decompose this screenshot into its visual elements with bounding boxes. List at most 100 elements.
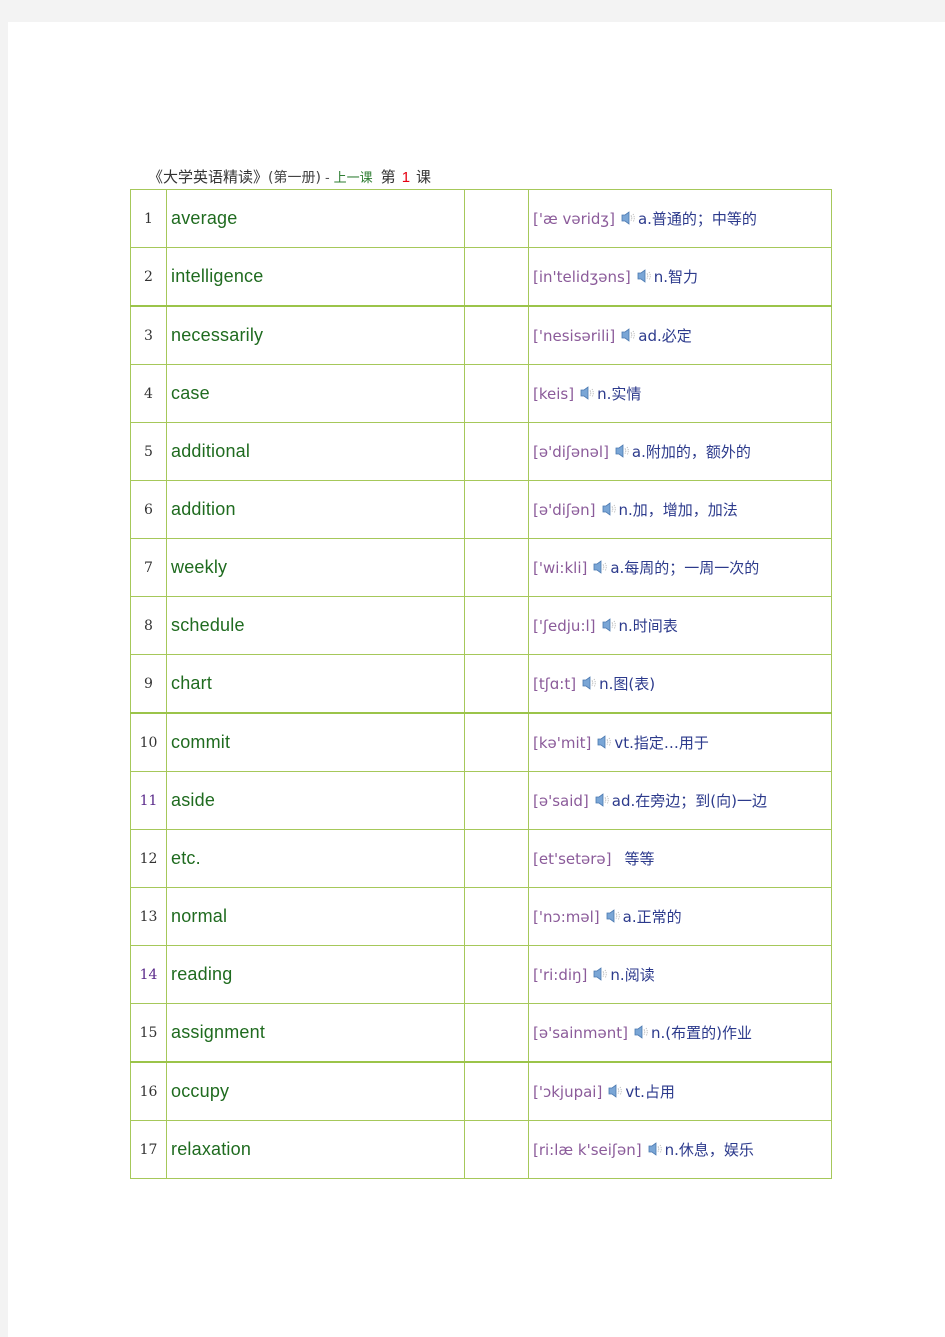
blank-cell bbox=[464, 887, 529, 946]
row-number: 6 bbox=[130, 480, 167, 539]
meaning: ad.必定 bbox=[638, 327, 692, 345]
vocab-word: relaxation bbox=[166, 1120, 465, 1179]
definition-cell: [keis] n.实情 bbox=[528, 364, 832, 423]
phonetic: [tʃɑ:t] bbox=[533, 675, 577, 693]
vocab-word: additional bbox=[166, 422, 465, 481]
speaker-icon[interactable] bbox=[615, 443, 631, 459]
definition-cell: [ə'sainmənt] n.(布置的)作业 bbox=[528, 1003, 832, 1063]
speaker-icon[interactable] bbox=[634, 1024, 650, 1040]
definition-cell: ['ʃedju:l] n.时间表 bbox=[528, 596, 832, 655]
definition-cell: ['nesisərili] ad.必定 bbox=[528, 305, 832, 365]
lesson-heading: 《大学英语精读》(第一册) - 上一课第 1 课 bbox=[148, 166, 431, 190]
vocab-word: occupy bbox=[166, 1061, 465, 1121]
definition-cell: [ri:læ k'seiʃən] n.休息，娱乐 bbox=[528, 1120, 832, 1179]
speaker-icon[interactable] bbox=[602, 617, 618, 633]
lesson-number: 1 bbox=[401, 169, 411, 186]
row-number: 15 bbox=[130, 1003, 167, 1063]
vocab-row: 13 normal ['nɔ:məl] a.正常的 bbox=[130, 887, 832, 946]
speaker-icon[interactable] bbox=[582, 675, 598, 691]
row-number: 8 bbox=[130, 596, 167, 655]
vocab-row: 2 intelligence [in'telidʒəns] n.智力 bbox=[130, 247, 832, 307]
meaning: n.图(表) bbox=[599, 675, 656, 693]
meaning: n.(布置的)作业 bbox=[650, 1024, 752, 1042]
blank-cell bbox=[464, 945, 529, 1004]
speaker-icon[interactable] bbox=[602, 501, 618, 517]
speaker-icon[interactable] bbox=[621, 210, 637, 226]
definition-cell: ['ɔkjupai] vt.占用 bbox=[528, 1061, 832, 1121]
phonetic: ['wi:kli] bbox=[533, 559, 588, 577]
definition-cell: [ə'said] ad.在旁边；到(向)一边 bbox=[528, 771, 832, 830]
blank-cell bbox=[464, 1120, 529, 1179]
speaker-icon[interactable] bbox=[608, 1083, 624, 1099]
blank-cell bbox=[464, 189, 529, 248]
blank-cell bbox=[464, 422, 529, 481]
definition-cell: [tʃɑ:t] n.图(表) bbox=[528, 654, 832, 714]
vocab-word: average bbox=[166, 189, 465, 248]
definition-cell: [in'telidʒəns] n.智力 bbox=[528, 247, 832, 307]
prev-lesson-link[interactable]: 上一课 bbox=[334, 171, 373, 186]
heading-separator: - bbox=[324, 171, 330, 186]
vocab-word: case bbox=[166, 364, 465, 423]
row-number: 10 bbox=[130, 712, 167, 772]
vocab-row: 16 occupy ['ɔkjupai] vt.占用 bbox=[130, 1061, 832, 1121]
vocabulary-table: 1 average ['æ vəridʒ] a.普通的；中等的 2 intelli… bbox=[130, 189, 832, 1179]
row-number: 5 bbox=[130, 422, 167, 481]
speaker-icon[interactable] bbox=[580, 385, 596, 401]
vocab-word: etc. bbox=[166, 829, 465, 888]
definition-cell: [kə'mit] vt.指定…用于 bbox=[528, 712, 832, 772]
vocab-word: commit bbox=[166, 712, 465, 772]
phonetic: ['æ vəridʒ] bbox=[533, 210, 615, 228]
definition-cell: [ə'diʃənəl] a.附加的，额外的 bbox=[528, 422, 832, 481]
row-number: 2 bbox=[130, 247, 167, 307]
meaning: n.实情 bbox=[597, 385, 642, 403]
vocab-row: 15 assignment [ə'sainmənt] n.(布置的)作业 bbox=[130, 1003, 832, 1063]
volume-label: (第一册) bbox=[268, 170, 321, 186]
definition-cell: ['wi:kli] a.每周的；一周一次的 bbox=[528, 538, 832, 597]
phonetic: ['nɔ:məl] bbox=[533, 908, 600, 926]
phonetic: [ri:læ k'seiʃən] bbox=[533, 1141, 642, 1159]
blank-cell bbox=[464, 712, 529, 772]
vocab-word: addition bbox=[166, 480, 465, 539]
speaker-icon[interactable] bbox=[648, 1141, 664, 1157]
speaker-icon[interactable] bbox=[621, 327, 637, 343]
meaning: n.阅读 bbox=[610, 966, 655, 984]
meaning: vt.指定…用于 bbox=[614, 734, 709, 752]
blank-cell bbox=[464, 829, 529, 888]
speaker-icon[interactable] bbox=[595, 792, 611, 808]
row-number: 9 bbox=[130, 654, 167, 714]
meaning: a.正常的 bbox=[622, 908, 682, 926]
phonetic: [ə'said] bbox=[533, 792, 589, 810]
vocab-row: 4 case [keis] n.实情 bbox=[130, 364, 832, 423]
phonetic: ['ɔkjupai] bbox=[533, 1083, 603, 1101]
phonetic: [keis] bbox=[533, 385, 575, 403]
lesson-suffix: 课 bbox=[416, 168, 432, 186]
blank-cell bbox=[464, 1061, 529, 1121]
phonetic: [ə'diʃən] bbox=[533, 501, 596, 519]
speaker-icon[interactable] bbox=[593, 966, 609, 982]
meaning: n.加，增加，加法 bbox=[618, 501, 738, 519]
vocab-row: 8 schedule ['ʃedju:l] n.时间表 bbox=[130, 596, 832, 655]
blank-cell bbox=[464, 305, 529, 365]
blank-cell bbox=[464, 247, 529, 307]
vocab-row: 7 weekly ['wi:kli] a.每周的；一周一次的 bbox=[130, 538, 832, 597]
definition-cell: [et'setərə] 等等 bbox=[528, 829, 832, 888]
phonetic: ['nesisərili] bbox=[533, 327, 616, 345]
vocab-word: weekly bbox=[166, 538, 465, 597]
blank-cell bbox=[464, 480, 529, 539]
speaker-icon[interactable] bbox=[597, 734, 613, 750]
definition-cell: ['ri:diŋ] n.阅读 bbox=[528, 945, 832, 1004]
phonetic: [kə'mit] bbox=[533, 734, 592, 752]
vocab-row: 10 commit [kə'mit] vt.指定…用于 bbox=[130, 712, 832, 772]
speaker-icon[interactable] bbox=[637, 268, 653, 284]
speaker-icon[interactable] bbox=[606, 908, 622, 924]
definition-cell: [ə'diʃən] n.加，增加，加法 bbox=[528, 480, 832, 539]
phonetic: ['ri:diŋ] bbox=[533, 966, 588, 984]
phonetic: [et'setərə] bbox=[533, 850, 612, 868]
vocab-word: intelligence bbox=[166, 247, 465, 307]
vocab-row: 14 reading ['ri:diŋ] n.阅读 bbox=[130, 945, 832, 1004]
row-number: 11 bbox=[130, 771, 167, 830]
vocab-word: schedule bbox=[166, 596, 465, 655]
speaker-icon[interactable] bbox=[593, 559, 609, 575]
blank-cell bbox=[464, 771, 529, 830]
vocab-word: assignment bbox=[166, 1003, 465, 1063]
